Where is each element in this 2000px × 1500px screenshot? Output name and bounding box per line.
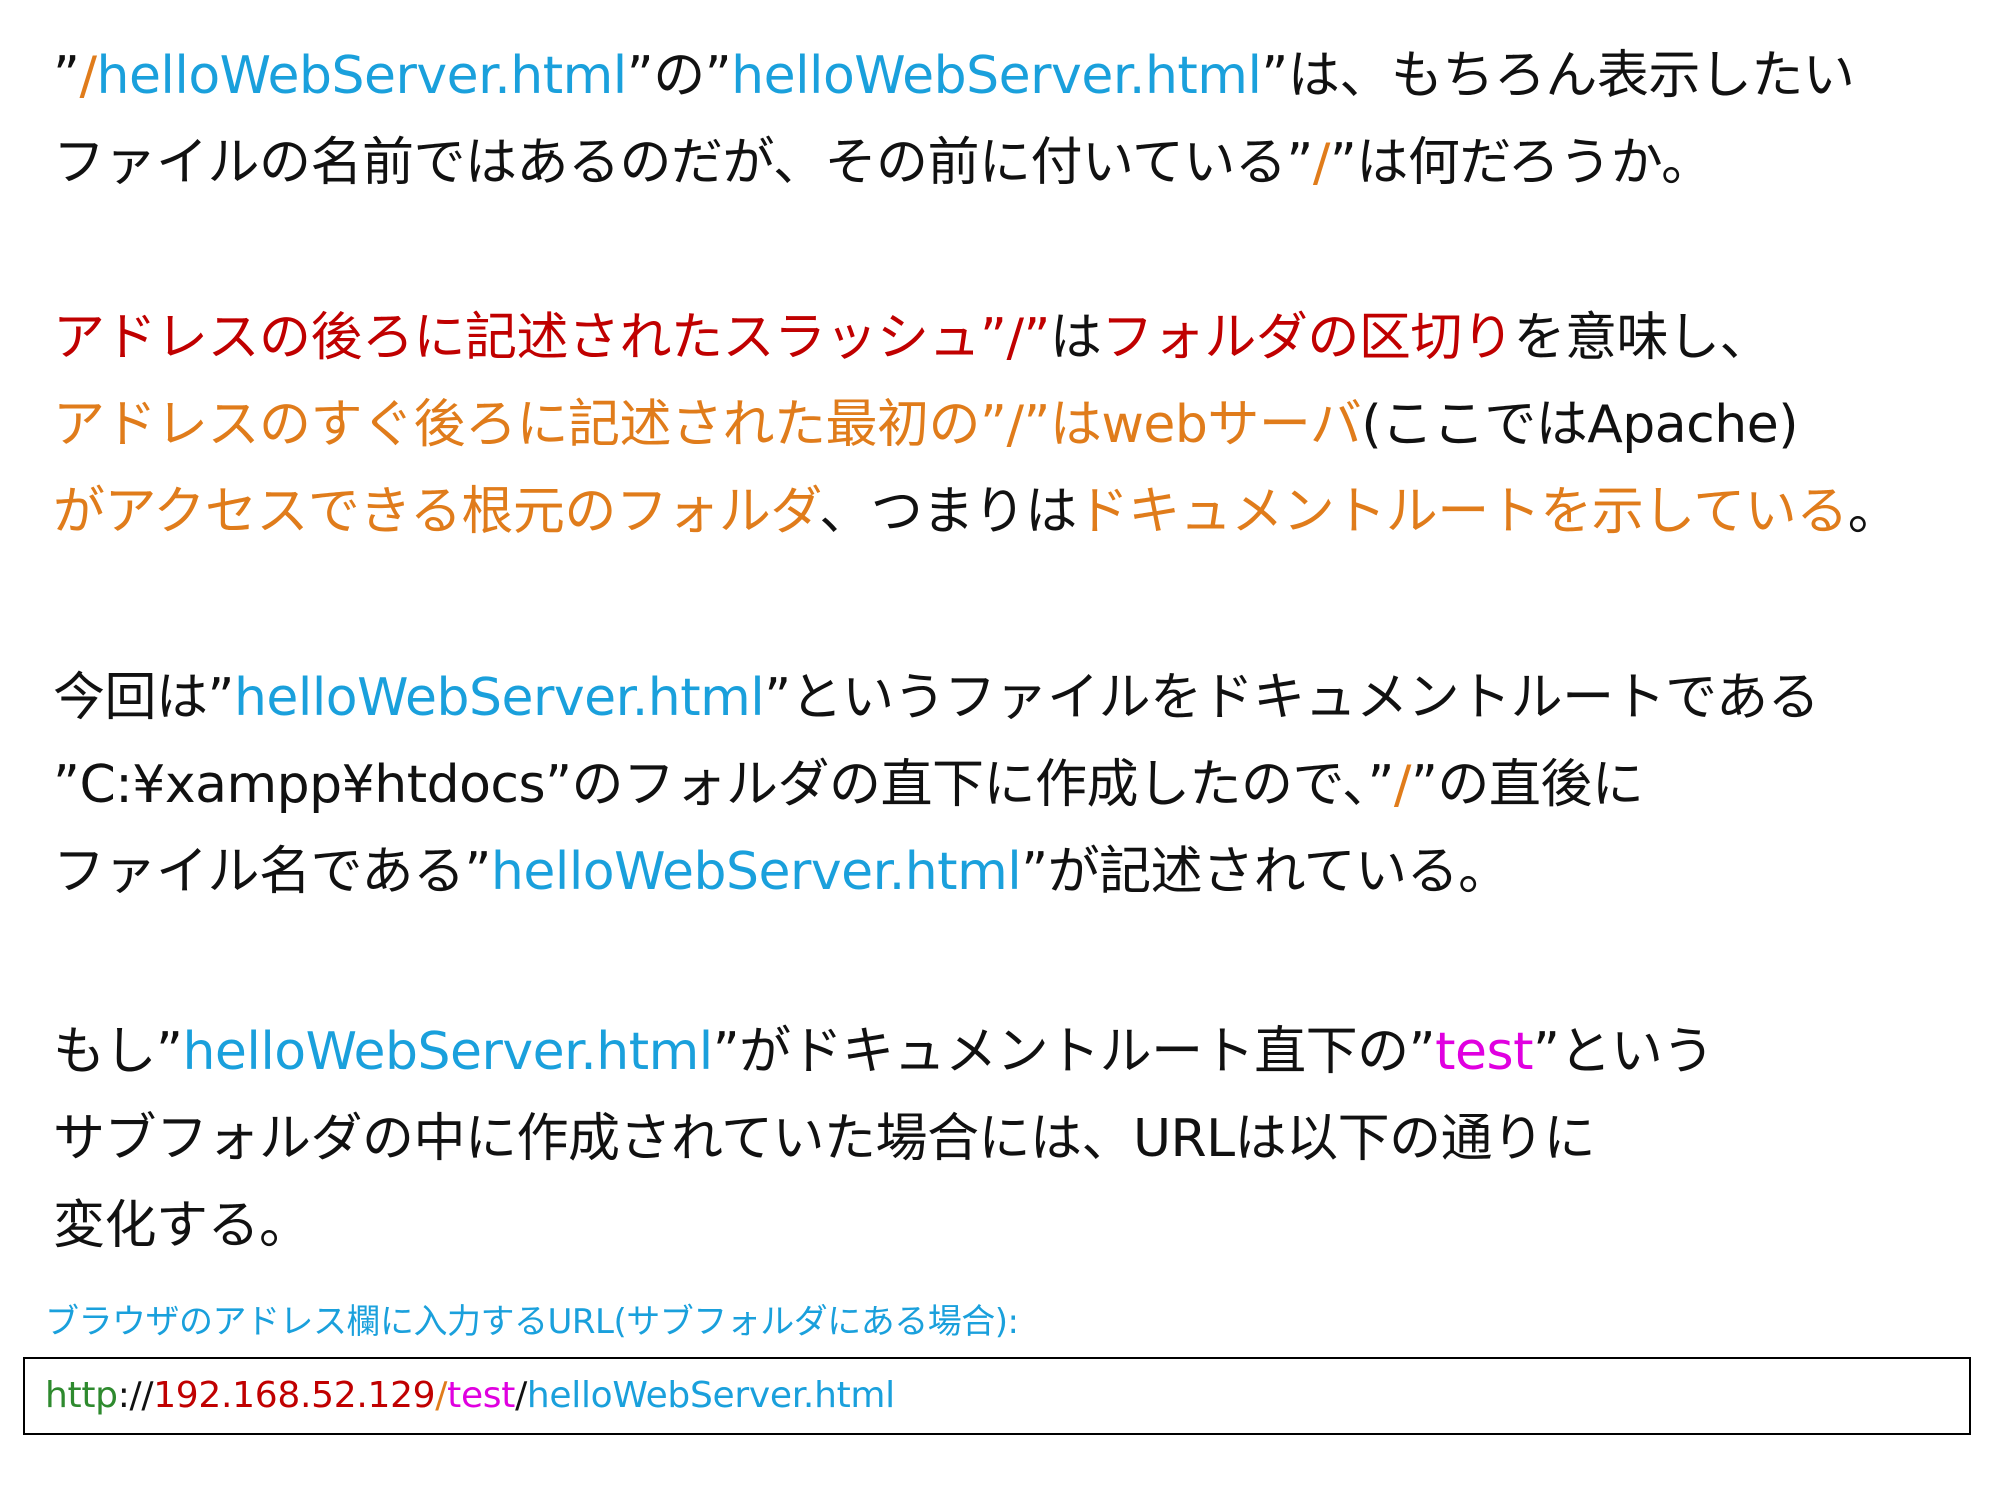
filename-highlight: helloWebServer.html xyxy=(182,1022,713,1082)
filename-highlight: helloWebServer.html xyxy=(233,668,765,728)
paragraph-line: アドレスのすぐ後ろに記述された最初の”/”はwebサーバ(ここではApache) xyxy=(53,382,1983,469)
slide: ”/helloWebServer.html”の”helloWebServer.h… xyxy=(0,0,2000,1500)
paragraph-line: ”C:¥xampp¥htdocs”のフォルダの直下に作成したので、”/”の直後に xyxy=(53,742,1983,829)
orange-highlight: ドキュメントルートを示している xyxy=(1076,482,1848,542)
text-segment: サブフォルダの中に作成されていた場合には、URLは以下の通りに xyxy=(53,1109,1596,1169)
text-segment: ”というファイルをドキュメントルートである xyxy=(764,668,1820,728)
url-filename: helloWebServer.html xyxy=(526,1375,895,1416)
red-highlight: フォルダの区切り xyxy=(1101,308,1514,368)
paragraph-slash-meaning: アドレスの後ろに記述されたスラッシュ”/”はフォルダの区切りを意味し、 アドレス… xyxy=(53,295,1983,556)
folder-highlight: test xyxy=(1435,1022,1533,1082)
paragraph-line: がアクセスできる根元のフォルダ、つまりはドキュメントルートを示している。 xyxy=(53,469,1983,556)
paragraph-line: アドレスの後ろに記述されたスラッシュ”/”はフォルダの区切りを意味し、 xyxy=(53,295,1983,382)
filename-highlight: helloWebServer.html xyxy=(731,46,1262,106)
text-segment: 、つまりは xyxy=(819,482,1077,542)
text-segment: ”がドキュメントルート直下の” xyxy=(712,1022,1436,1082)
slash-highlight: / xyxy=(1312,133,1331,193)
text-segment: ” xyxy=(53,46,80,106)
filename-highlight: helloWebServer.html xyxy=(490,842,1022,902)
url-scheme: http xyxy=(45,1375,118,1416)
slash-highlight: / xyxy=(79,46,97,106)
url-slash: / xyxy=(515,1375,527,1416)
text-segment: ”が記述されている。 xyxy=(1021,842,1510,902)
paragraph-line: ファイル名である”helloWebServer.html”が記述されている。 xyxy=(53,829,1983,916)
url-text[interactable]: http://192.168.52.129/test/helloWebServe… xyxy=(45,1374,895,1418)
paragraph-subfolder-case: もし”helloWebServer.html”がドキュメントルート直下の”tes… xyxy=(53,1009,1983,1270)
text-segment: ファイルの名前ではあるのだが、その前に付いている” xyxy=(53,133,1313,193)
text-segment: ファイル名である” xyxy=(53,842,491,902)
paragraph-line: 変化する。 xyxy=(53,1183,1983,1270)
paragraph-this-case: 今回は”helloWebServer.html”というファイルをドキュメントルー… xyxy=(53,655,1983,916)
url-caption: ブラウザのアドレス欄に入力するURL(サブフォルダにある場合): xyxy=(45,1302,1019,1342)
paragraph-line: サブフォルダの中に作成されていた場合には、URLは以下の通りに xyxy=(53,1096,1983,1183)
paragraph-intro: ”/helloWebServer.html”の”helloWebServer.h… xyxy=(53,33,1983,207)
paragraph-line: ファイルの名前ではあるのだが、その前に付いている”/”は何だろうか。 xyxy=(53,120,1983,207)
text-segment: もし” xyxy=(53,1022,183,1082)
url-box[interactable]: http://192.168.52.129/test/helloWebServe… xyxy=(23,1357,1971,1435)
url-slash: / xyxy=(435,1375,448,1416)
text-segment: ”の” xyxy=(626,46,732,106)
paragraph-line: 今回は”helloWebServer.html”というファイルをドキュメントルー… xyxy=(53,655,1983,742)
text-segment: 今回は” xyxy=(53,668,234,728)
orange-highlight: アドレスのすぐ後ろに記述された最初の”/”はwebサーバ xyxy=(53,395,1362,455)
url-separator: :// xyxy=(117,1375,154,1416)
orange-highlight: がアクセスできる根元のフォルダ xyxy=(53,482,820,542)
text-segment: ”は、もちろん表示したい xyxy=(1261,46,1855,106)
text-segment: (ここではApache) xyxy=(1361,395,1798,455)
paragraph-line: もし”helloWebServer.html”がドキュメントルート直下の”tes… xyxy=(53,1009,1983,1096)
text-segment: ”という xyxy=(1532,1022,1714,1082)
text-segment: ”は何だろうか。 xyxy=(1329,133,1713,193)
red-highlight: アドレスの後ろに記述されたスラッシュ”/” xyxy=(53,308,1050,368)
filename-highlight: helloWebServer.html xyxy=(96,46,627,106)
text-segment: ”C:¥xampp¥htdocs”のフォルダの直下に作成したので、” xyxy=(53,755,1394,815)
text-segment: 変化する。 xyxy=(53,1196,311,1256)
url-folder: test xyxy=(447,1375,516,1416)
text-segment: は xyxy=(1049,308,1102,368)
text-segment: ”の直後に xyxy=(1410,755,1644,815)
text-segment: 。 xyxy=(1847,482,1900,542)
slash-highlight: / xyxy=(1393,755,1412,815)
url-host: 192.168.52.129 xyxy=(153,1375,436,1416)
paragraph-line: ”/helloWebServer.html”の”helloWebServer.h… xyxy=(53,33,1983,120)
text-segment: を意味し、 xyxy=(1513,308,1771,368)
